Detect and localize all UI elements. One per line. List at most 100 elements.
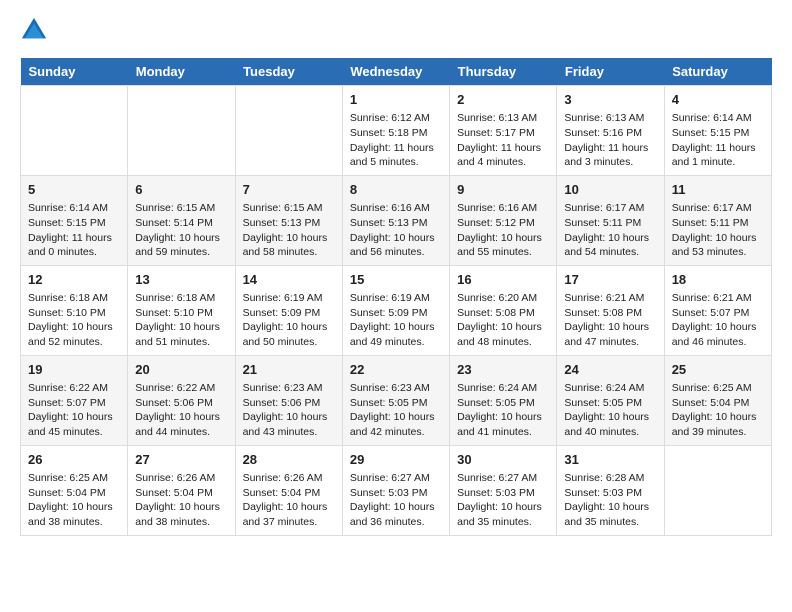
column-header-saturday: Saturday [664, 58, 771, 86]
cell-daylight-info: Sunrise: 6:23 AM Sunset: 5:06 PM Dayligh… [243, 381, 335, 440]
day-number: 16 [457, 271, 549, 289]
calendar-cell: 9 Sunrise: 6:16 AM Sunset: 5:12 PM Daylig… [450, 175, 557, 265]
column-header-friday: Friday [557, 58, 664, 86]
calendar-cell: 17 Sunrise: 6:21 AM Sunset: 5:08 PM Dayli… [557, 265, 664, 355]
day-number: 7 [243, 181, 335, 199]
day-number: 3 [564, 91, 656, 109]
day-number: 30 [457, 451, 549, 469]
column-header-thursday: Thursday [450, 58, 557, 86]
day-number: 13 [135, 271, 227, 289]
cell-daylight-info: Sunrise: 6:22 AM Sunset: 5:07 PM Dayligh… [28, 381, 120, 440]
cell-daylight-info: Sunrise: 6:25 AM Sunset: 5:04 PM Dayligh… [28, 471, 120, 530]
calendar-cell: 12 Sunrise: 6:18 AM Sunset: 5:10 PM Dayli… [21, 265, 128, 355]
day-number: 22 [350, 361, 442, 379]
day-number: 26 [28, 451, 120, 469]
column-header-sunday: Sunday [21, 58, 128, 86]
cell-daylight-info: Sunrise: 6:13 AM Sunset: 5:16 PM Dayligh… [564, 111, 656, 170]
cell-daylight-info: Sunrise: 6:16 AM Sunset: 5:12 PM Dayligh… [457, 201, 549, 260]
cell-daylight-info: Sunrise: 6:25 AM Sunset: 5:04 PM Dayligh… [672, 381, 764, 440]
day-number: 1 [350, 91, 442, 109]
column-header-tuesday: Tuesday [235, 58, 342, 86]
cell-daylight-info: Sunrise: 6:17 AM Sunset: 5:11 PM Dayligh… [672, 201, 764, 260]
calendar-cell: 10 Sunrise: 6:17 AM Sunset: 5:11 PM Dayli… [557, 175, 664, 265]
day-number: 20 [135, 361, 227, 379]
calendar-cell: 16Sunrise: 6:20 AM Sunset: 5:08 PM Dayli… [450, 265, 557, 355]
day-number: 19 [28, 361, 120, 379]
day-number: 17 [564, 271, 656, 289]
day-number: 31 [564, 451, 656, 469]
calendar-cell: 7 Sunrise: 6:15 AM Sunset: 5:13 PM Daylig… [235, 175, 342, 265]
day-number: 6 [135, 181, 227, 199]
cell-daylight-info: Sunrise: 6:14 AM Sunset: 5:15 PM Dayligh… [28, 201, 120, 260]
column-header-monday: Monday [128, 58, 235, 86]
cell-daylight-info: Sunrise: 6:12 AM Sunset: 5:18 PM Dayligh… [350, 111, 442, 170]
calendar-cell: 25 Sunrise: 6:25 AM Sunset: 5:04 PM Dayli… [664, 355, 771, 445]
cell-daylight-info: Sunrise: 6:24 AM Sunset: 5:05 PM Dayligh… [564, 381, 656, 440]
calendar-cell: 4 Sunrise: 6:14 AM Sunset: 5:15 PM Daylig… [664, 86, 771, 176]
day-number: 2 [457, 91, 549, 109]
calendar-cell: 6 Sunrise: 6:15 AM Sunset: 5:14 PM Daylig… [128, 175, 235, 265]
logo-icon [20, 16, 48, 44]
calendar-cell [21, 86, 128, 176]
cell-daylight-info: Sunrise: 6:28 AM Sunset: 5:03 PM Dayligh… [564, 471, 656, 530]
day-number: 11 [672, 181, 764, 199]
calendar-week-row: 5Sunrise: 6:14 AM Sunset: 5:15 PM Daylig… [21, 175, 772, 265]
cell-daylight-info: Sunrise: 6:21 AM Sunset: 5:08 PM Dayligh… [564, 291, 656, 350]
calendar-cell [664, 445, 771, 535]
calendar-cell: 14 Sunrise: 6:19 AM Sunset: 5:09 PM Dayli… [235, 265, 342, 355]
calendar-header-row: SundayMondayTuesdayWednesdayThursdayFrid… [21, 58, 772, 86]
day-number: 29 [350, 451, 442, 469]
day-number: 12 [28, 271, 120, 289]
column-header-wednesday: Wednesday [342, 58, 449, 86]
day-number: 14 [243, 271, 335, 289]
cell-daylight-info: Sunrise: 6:27 AM Sunset: 5:03 PM Dayligh… [457, 471, 549, 530]
calendar-cell: 3 Sunrise: 6:13 AM Sunset: 5:16 PM Daylig… [557, 86, 664, 176]
cell-daylight-info: Sunrise: 6:15 AM Sunset: 5:14 PM Dayligh… [135, 201, 227, 260]
cell-daylight-info: Sunrise: 6:22 AM Sunset: 5:06 PM Dayligh… [135, 381, 227, 440]
calendar-cell: 26 Sunrise: 6:25 AM Sunset: 5:04 PM Dayli… [21, 445, 128, 535]
cell-daylight-info: Sunrise: 6:24 AM Sunset: 5:05 PM Dayligh… [457, 381, 549, 440]
cell-daylight-info: Sunrise: 6:13 AM Sunset: 5:17 PM Dayligh… [457, 111, 549, 170]
calendar-cell: 20 Sunrise: 6:22 AM Sunset: 5:06 PM Dayli… [128, 355, 235, 445]
day-number: 25 [672, 361, 764, 379]
cell-daylight-info: Sunrise: 6:21 AM Sunset: 5:07 PM Dayligh… [672, 291, 764, 350]
calendar-cell: 29Sunrise: 6:27 AM Sunset: 5:03 PM Dayli… [342, 445, 449, 535]
calendar-week-row: 1 Sunrise: 6:12 AM Sunset: 5:18 PM Daylig… [21, 86, 772, 176]
calendar-cell [128, 86, 235, 176]
calendar-table: SundayMondayTuesdayWednesdayThursdayFrid… [20, 58, 772, 536]
calendar-cell: 8Sunrise: 6:16 AM Sunset: 5:13 PM Daylig… [342, 175, 449, 265]
day-number: 21 [243, 361, 335, 379]
calendar-cell: 11 Sunrise: 6:17 AM Sunset: 5:11 PM Dayli… [664, 175, 771, 265]
cell-daylight-info: Sunrise: 6:26 AM Sunset: 5:04 PM Dayligh… [243, 471, 335, 530]
cell-daylight-info: Sunrise: 6:19 AM Sunset: 5:09 PM Dayligh… [350, 291, 442, 350]
calendar-cell: 2 Sunrise: 6:13 AM Sunset: 5:17 PM Daylig… [450, 86, 557, 176]
cell-daylight-info: Sunrise: 6:14 AM Sunset: 5:15 PM Dayligh… [672, 111, 764, 170]
logo [20, 20, 52, 48]
cell-daylight-info: Sunrise: 6:18 AM Sunset: 5:10 PM Dayligh… [28, 291, 120, 350]
day-number: 8 [350, 181, 442, 199]
calendar-cell: 30 Sunrise: 6:27 AM Sunset: 5:03 PM Dayli… [450, 445, 557, 535]
day-number: 28 [243, 451, 335, 469]
day-number: 9 [457, 181, 549, 199]
day-number: 4 [672, 91, 764, 109]
page-header [20, 20, 772, 48]
day-number: 27 [135, 451, 227, 469]
calendar-week-row: 19 Sunrise: 6:22 AM Sunset: 5:07 PM Dayli… [21, 355, 772, 445]
day-number: 24 [564, 361, 656, 379]
calendar-cell: 18Sunrise: 6:21 AM Sunset: 5:07 PM Dayli… [664, 265, 771, 355]
calendar-cell: 28 Sunrise: 6:26 AM Sunset: 5:04 PM Dayli… [235, 445, 342, 535]
day-number: 10 [564, 181, 656, 199]
calendar-week-row: 26 Sunrise: 6:25 AM Sunset: 5:04 PM Dayli… [21, 445, 772, 535]
calendar-cell: 21 Sunrise: 6:23 AM Sunset: 5:06 PM Dayli… [235, 355, 342, 445]
cell-daylight-info: Sunrise: 6:19 AM Sunset: 5:09 PM Dayligh… [243, 291, 335, 350]
cell-daylight-info: Sunrise: 6:18 AM Sunset: 5:10 PM Dayligh… [135, 291, 227, 350]
cell-daylight-info: Sunrise: 6:17 AM Sunset: 5:11 PM Dayligh… [564, 201, 656, 260]
cell-daylight-info: Sunrise: 6:15 AM Sunset: 5:13 PM Dayligh… [243, 201, 335, 260]
cell-daylight-info: Sunrise: 6:23 AM Sunset: 5:05 PM Dayligh… [350, 381, 442, 440]
calendar-cell: 19 Sunrise: 6:22 AM Sunset: 5:07 PM Dayli… [21, 355, 128, 445]
calendar-cell: 5Sunrise: 6:14 AM Sunset: 5:15 PM Daylig… [21, 175, 128, 265]
calendar-cell: 22 Sunrise: 6:23 AM Sunset: 5:05 PM Dayli… [342, 355, 449, 445]
calendar-week-row: 12 Sunrise: 6:18 AM Sunset: 5:10 PM Dayli… [21, 265, 772, 355]
calendar-cell: 15Sunrise: 6:19 AM Sunset: 5:09 PM Dayli… [342, 265, 449, 355]
day-number: 23 [457, 361, 549, 379]
